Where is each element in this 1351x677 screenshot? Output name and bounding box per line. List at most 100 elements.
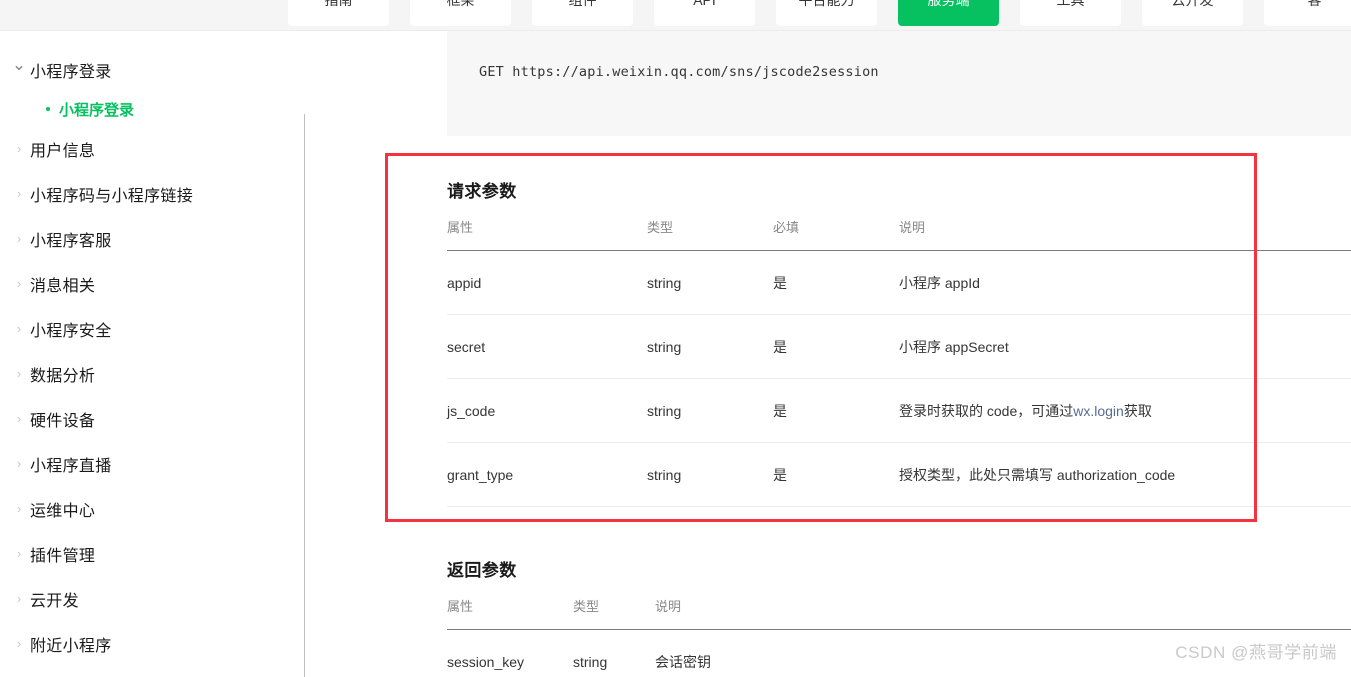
request-params-heading: 请求参数 [447,182,517,201]
chevron-right-icon[interactable]: › [8,637,30,650]
table-row: grant_type string 是授权类型，此处只需填写 authorizati… [447,442,1351,507]
sidebar-item-3[interactable]: › 小程序客服 [0,216,305,261]
table-row: secret string 是小程序 appSecret [447,314,1351,379]
cell-param-required: 是 [773,442,899,507]
nav-tab-7[interactable]: 云开发 [1142,0,1243,26]
sidebar-item-12[interactable]: › 附近小程序 [0,621,305,666]
table-header-row: 属性 类型 必填 说明 [447,217,1351,251]
sidebar-item-1[interactable]: › 用户信息 [0,126,305,171]
cell-param-name: appid [447,250,647,315]
nav-tab-2[interactable]: 组件 [532,0,633,26]
chevron-right-icon[interactable]: › [8,277,30,290]
request-params-table-body: appid string 是小程序 appId secret string 是小程序 ap… [447,250,1351,507]
column-header-required: 必填 [773,217,899,251]
top-navigation-bar: 指南 框架 组件 API 平台能力 服务端 工具 云开发客 [0,0,1351,31]
nav-tab-5[interactable]: 服务端 [898,0,999,26]
sidebar-group-11: › 云开发 [0,576,305,621]
nav-tab-6[interactable]: 工具 [1020,0,1121,26]
sidebar-item-8[interactable]: › 小程序直播 [0,441,305,486]
response-params-table: 属性 类型 说明 session_key string 会话密钥 [447,596,1351,677]
column-header-type: 类型 [647,217,773,251]
column-header-name: 属性 [447,596,573,630]
column-header-type: 类型 [573,596,655,630]
sidebar-group-2: › 小程序码与小程序链接 [0,171,305,216]
cell-param-required: 是 [773,314,899,379]
chevron-right-icon[interactable]: › [8,457,30,470]
sidebar-item-0[interactable]: ⌄ 小程序登录 [0,47,305,92]
request-params-table: 属性 类型 必填 说明 appid string 是小程序 appId secret s… [447,217,1351,507]
sidebar-group-12: › 附近小程序 [0,621,305,666]
sidebar-group-1: › 用户信息 [0,126,305,171]
sidebar-group-4: › 消息相关 [0,261,305,306]
chevron-right-icon[interactable]: › [8,322,30,335]
sidebar-item-label: 硬件设备 [30,412,96,430]
cell-param-desc: 小程序 appSecret [899,314,1351,379]
chevron-right-icon[interactable]: › [8,367,30,380]
cell-param-name: secret [447,314,647,379]
cell-param-name: js_code [447,378,647,443]
sidebar-item-label: 用户信息 [30,142,96,160]
csdn-watermark: CSDN @燕哥学前端 [1175,643,1337,662]
endpoint-url-text: GET https://api.weixin.qq.com/sns/jscode… [479,64,879,80]
cell-param-type: string [573,629,655,677]
chevron-right-icon[interactable]: › [8,412,30,425]
chevron-right-icon[interactable]: › [8,592,30,605]
chevron-right-icon[interactable]: › [8,232,30,245]
chevron-right-icon[interactable]: › [8,142,30,155]
sidebar-group-8: › 小程序直播 [0,441,305,486]
sidebar-subitem-label: 小程序登录 [59,101,135,119]
cell-param-desc: 小程序 appId [899,250,1351,315]
cell-param-type: string [647,442,773,507]
table-row: appid string 是小程序 appId [447,250,1351,315]
sidebar-item-5[interactable]: › 小程序安全 [0,306,305,351]
nav-tab-3[interactable]: API [654,0,755,26]
sidebar-item-label: 运维中心 [30,502,96,520]
top-nav-tab-list: 指南 框架 组件 API 平台能力 服务端 工具 云开发客 [288,0,1351,26]
sidebar-item-10[interactable]: › 插件管理 [0,531,305,576]
main-content: GET https://api.weixin.qq.com/sns/jscode… [305,31,1351,677]
sidebar-item-2[interactable]: › 小程序码与小程序链接 [0,171,305,216]
sidebar-subitem-0-0[interactable]: 小程序登录 [0,92,305,126]
cell-param-name: grant_type [447,442,647,507]
sidebar-item-label: 附近小程序 [30,637,112,655]
bullet-icon [46,107,50,111]
nav-tab-1[interactable]: 框架 [410,0,511,26]
sidebar-item-7[interactable]: › 硬件设备 [0,396,305,441]
cell-param-type: string [647,378,773,443]
sidebar-menu-list: ⌄ 小程序登录 小程序登录 › 用户信息 › 小程序码与小程序链接 › 小程序客服 › 消息相关 › 小… [0,31,305,666]
nav-tab-8[interactable]: 客 [1264,0,1351,26]
sidebar-item-9[interactable]: › 运维中心 [0,486,305,531]
sidebar-item-label: 小程序安全 [30,322,112,340]
column-header-desc: 说明 [899,217,1351,251]
table-row: js_code string 是登录时获取的 code，可通过wx.login获取 [447,378,1351,443]
column-header-name: 属性 [447,217,647,251]
response-params-heading: 返回参数 [447,561,517,580]
endpoint-code-block: GET https://api.weixin.qq.com/sns/jscode… [447,31,1351,136]
sidebar-group-6: › 数据分析 [0,351,305,396]
chevron-right-icon[interactable]: › [8,187,30,200]
chevron-right-icon[interactable]: › [8,547,30,560]
sidebar-group-3: › 小程序客服 [0,216,305,261]
sidebar-item-11[interactable]: › 云开发 [0,576,305,621]
column-header-desc: 说明 [655,596,1351,630]
sidebar-item-label: 小程序码与小程序链接 [30,187,194,205]
sidebar-group-5: › 小程序安全 [0,306,305,351]
wx-login-link[interactable]: wx.login [1073,403,1124,419]
chevron-right-icon[interactable]: › [8,502,30,515]
cell-param-desc: 授权类型，此处只需填写 authorization_code [899,442,1351,507]
sidebar-item-label: 云开发 [30,592,79,610]
sidebar-item-6[interactable]: › 数据分析 [0,351,305,396]
sidebar-group-7: › 硬件设备 [0,396,305,441]
chevron-down-icon[interactable]: ⌄ [8,56,30,73]
sidebar-item-label: 消息相关 [30,277,96,295]
nav-tab-0[interactable]: 指南 [288,0,389,26]
table-header-row: 属性 类型 说明 [447,596,1351,630]
cell-param-desc: 登录时获取的 code，可通过wx.login获取 [899,378,1351,443]
sidebar: ⌄ 小程序登录 小程序登录 › 用户信息 › 小程序码与小程序链接 › 小程序客服 › 消息相关 › 小… [0,31,305,677]
sidebar-item-4[interactable]: › 消息相关 [0,261,305,306]
cell-param-type: string [647,250,773,315]
cell-param-type: string [647,314,773,379]
sidebar-item-label: 小程序客服 [30,232,112,250]
nav-tab-4[interactable]: 平台能力 [776,0,877,26]
cell-param-required: 是 [773,378,899,443]
